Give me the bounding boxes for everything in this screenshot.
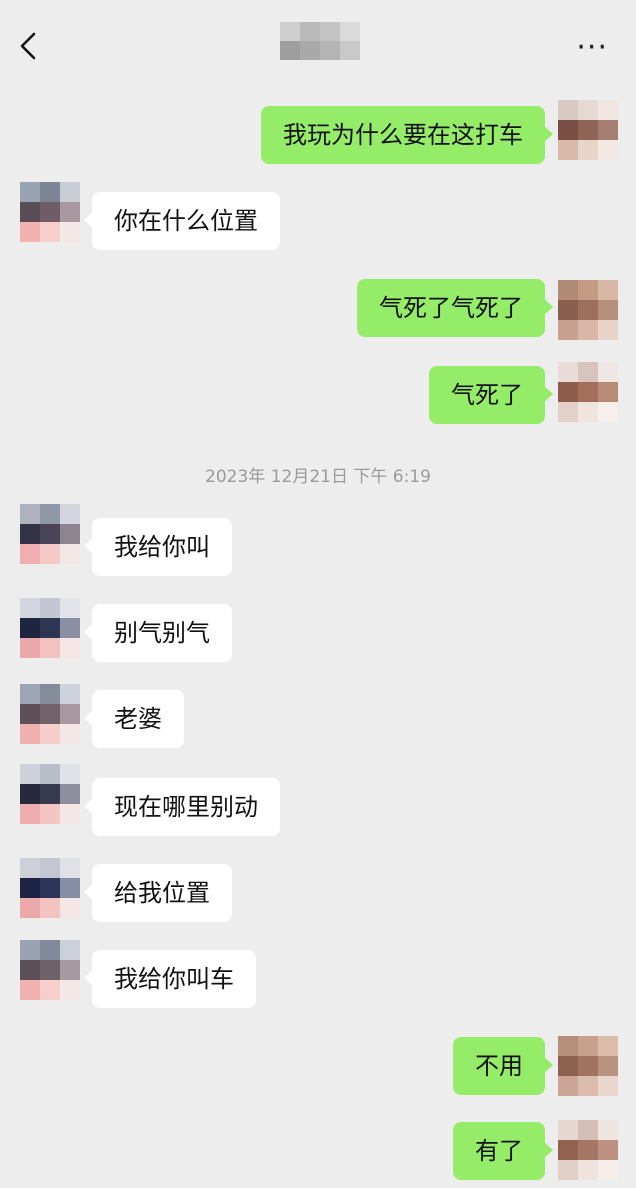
contact-avatar[interactable]: [20, 598, 80, 658]
message-bubble-outgoing[interactable]: 有了: [453, 1122, 553, 1180]
my-avatar[interactable]: [558, 100, 618, 160]
message-bubble-incoming[interactable]: 别气别气: [84, 604, 232, 662]
contact-name-blurred: [280, 22, 360, 60]
chat-timestamp: 2023年 12月21日 下午 6:19: [205, 467, 431, 487]
contact-avatar[interactable]: [20, 504, 80, 564]
my-avatar[interactable]: [558, 1120, 618, 1180]
message-bubble-incoming[interactable]: 你在什么位置: [84, 192, 280, 250]
message-bubble-incoming[interactable]: 现在哪里别动: [84, 778, 280, 836]
my-avatar[interactable]: [558, 362, 618, 422]
my-avatar[interactable]: [558, 1036, 618, 1096]
message-bubble-outgoing[interactable]: 气死了气死了: [357, 279, 553, 337]
message-bubble-outgoing[interactable]: 我玩为什么要在这打车: [261, 106, 553, 164]
message-bubble-incoming[interactable]: 我给你叫: [84, 518, 232, 576]
message-bubble-outgoing[interactable]: 气死了: [429, 366, 553, 424]
message-bubble-incoming[interactable]: 我给你叫车: [84, 950, 256, 1008]
message-bubble-incoming[interactable]: 给我位置: [84, 864, 232, 922]
chevron-left-icon[interactable]: [14, 30, 46, 62]
contact-avatar[interactable]: [20, 858, 80, 918]
message-bubble-outgoing[interactable]: 不用: [453, 1037, 553, 1095]
my-avatar[interactable]: [558, 280, 618, 340]
message-bubble-incoming[interactable]: 老婆: [84, 690, 184, 748]
more-options-button[interactable]: ···: [576, 33, 608, 63]
contact-avatar[interactable]: [20, 182, 80, 242]
contact-avatar[interactable]: [20, 764, 80, 824]
chat-header: ···: [0, 0, 636, 94]
contact-avatar[interactable]: [20, 940, 80, 1000]
contact-avatar[interactable]: [20, 684, 80, 744]
